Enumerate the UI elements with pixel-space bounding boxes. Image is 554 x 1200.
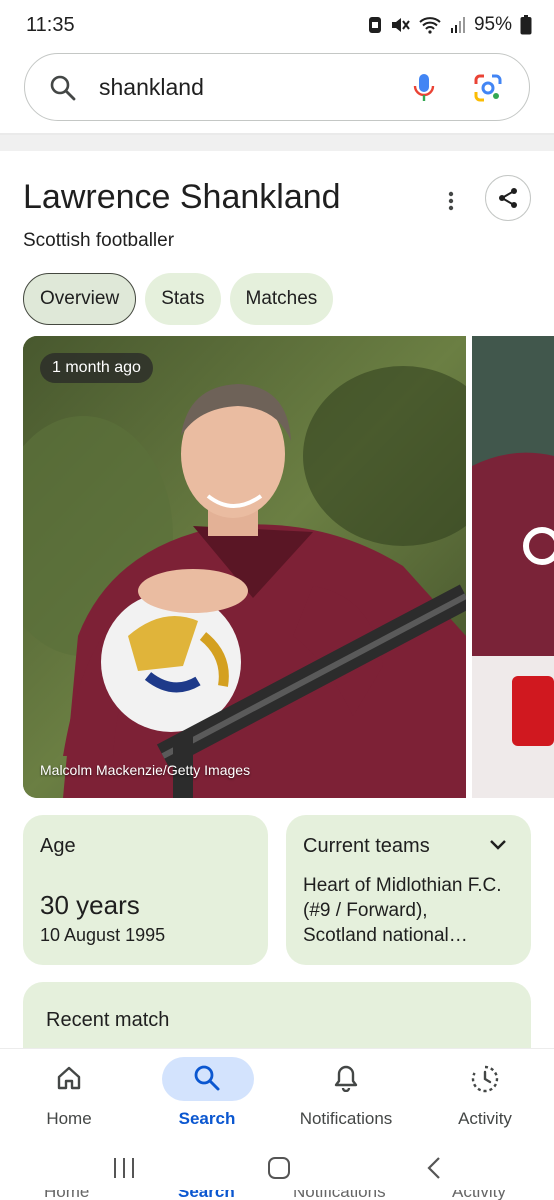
tab-overview[interactable]: Overview (23, 273, 137, 325)
chevron-down-icon[interactable] (489, 839, 507, 851)
player-photo[interactable]: 1 month ago Malcolm Mackenzie/Getty Imag… (23, 336, 466, 798)
status-icons: 95% (368, 14, 532, 36)
secondary-photo[interactable] (472, 336, 554, 798)
search-icon (50, 75, 76, 101)
age-label: Age (40, 835, 76, 857)
tab-matches[interactable]: Matches (229, 273, 334, 325)
clipped-search-label: Search (178, 1190, 235, 1200)
entity-title: Lawrence Shankland (23, 178, 341, 216)
more-options-button[interactable] (437, 186, 465, 216)
secondary-photo-image (472, 336, 554, 798)
section-divider (0, 135, 554, 151)
nav-search-label: Search (178, 1109, 236, 1128)
bottom-navigation: Home Search Notifications Activity (0, 1048, 554, 1138)
more-vert-icon (448, 191, 454, 211)
search-icon (194, 1065, 220, 1091)
wifi-icon (419, 17, 441, 34)
player-photo-image (23, 336, 466, 798)
clipped-notifications-label: Notifications (293, 1190, 386, 1200)
clipped-home-label: Home (44, 1190, 90, 1200)
data-saver-icon (368, 17, 381, 33)
age-card[interactable]: Age 30 years 10 August 1995 (23, 815, 268, 965)
activity-icon (471, 1065, 499, 1093)
microphone-icon[interactable] (413, 72, 435, 104)
bell-icon (334, 1065, 358, 1092)
clipped-nav-labels: Home Search Notifications Activity (0, 1190, 554, 1200)
nav-activity[interactable]: Activity (416, 1049, 554, 1139)
status-bar: 11:35 95% (0, 0, 554, 52)
status-time: 11:35 (26, 14, 75, 36)
current-teams-text: Heart of Midlothian F.C. (#9 / Forward),… (303, 875, 502, 946)
birth-date: 10 August 1995 (40, 925, 166, 945)
google-lens-icon[interactable] (473, 73, 503, 103)
nav-activity-label: Activity (458, 1109, 512, 1128)
photo-credit: Malcolm Mackenzie/Getty Images (40, 762, 251, 778)
home-button-icon[interactable] (267, 1156, 291, 1180)
tab-chips: Overview Stats Matches (23, 273, 334, 325)
nav-search[interactable]: Search (138, 1049, 276, 1139)
share-button[interactable] (485, 175, 531, 221)
battery-percent: 95% (473, 14, 512, 35)
search-input[interactable]: shankland (99, 74, 204, 101)
share-icon (499, 188, 517, 208)
current-teams-label: Current teams (303, 835, 430, 857)
tab-stats[interactable]: Stats (145, 273, 221, 325)
mute-icon (391, 18, 410, 32)
back-icon[interactable] (424, 1156, 444, 1180)
nav-home[interactable]: Home (0, 1049, 138, 1139)
clipped-activity-label: Activity (452, 1190, 506, 1200)
nav-notifications[interactable]: Notifications (277, 1049, 415, 1139)
time-badge: 1 month ago (40, 353, 153, 383)
battery-icon (520, 15, 532, 35)
recent-match-label: Recent match (46, 1009, 170, 1031)
nav-home-label: Home (46, 1109, 92, 1128)
nav-notifications-label: Notifications (299, 1109, 393, 1128)
home-icon (57, 1066, 81, 1090)
search-bar[interactable]: shankland (24, 53, 530, 121)
age-value: 30 years (40, 890, 140, 920)
signal-icon (450, 17, 465, 33)
recent-apps-icon[interactable] (112, 1156, 136, 1180)
entity-description: Scottish footballer (23, 230, 175, 251)
current-teams-card[interactable]: Current teams Heart of Midlothian F.C. (… (286, 815, 531, 965)
